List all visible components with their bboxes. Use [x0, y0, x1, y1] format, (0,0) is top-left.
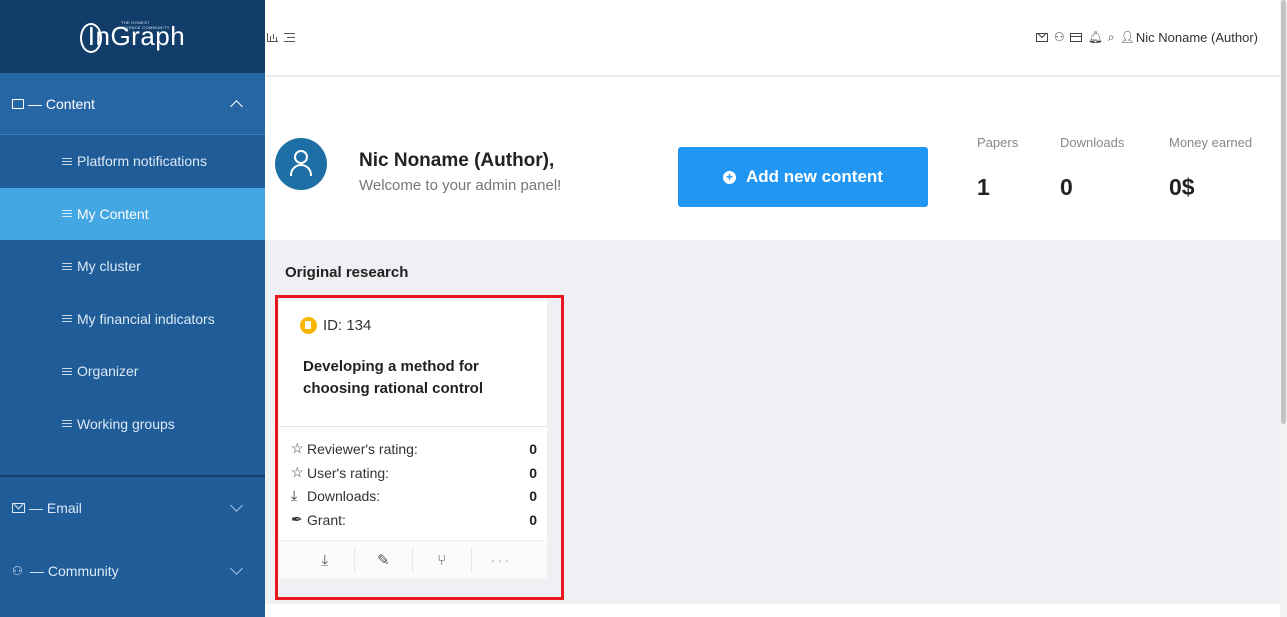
- mail-icon: [12, 503, 25, 513]
- menu-icon: [62, 157, 72, 165]
- toolbar-right: ⚇ 🔔︎ ⌕ 👤︎ Nic Noname (Author): [1035, 30, 1287, 45]
- share-icon[interactable]: ⑂: [413, 547, 472, 573]
- metric-user-rating: ☆ User's rating: 0: [291, 464, 537, 481]
- app-root: InGraph THE HONEST SCIENCE COMMUNITY — C…: [0, 0, 1287, 617]
- metric-grant: ✒ Grant: 0: [291, 511, 537, 528]
- community-icon[interactable]: ⚇: [1054, 31, 1065, 44]
- menu-icon: [62, 420, 72, 428]
- metric-value: 0: [529, 511, 537, 528]
- menu-icon: [62, 367, 72, 375]
- sidebar-item-organizer[interactable]: Organizer: [0, 345, 265, 398]
- menu-icon: [62, 210, 72, 218]
- sidebar-section-email[interactable]: — Email: [0, 477, 265, 539]
- sidebar-item-label: My Content: [77, 205, 149, 222]
- avatar[interactable]: [275, 138, 327, 190]
- user-name[interactable]: Nic Noname (Author): [1136, 30, 1258, 45]
- more-icon[interactable]: ···: [472, 547, 530, 573]
- mail-icon[interactable]: [1035, 33, 1048, 42]
- bell-icon[interactable]: 🔔︎: [1088, 31, 1103, 44]
- welcome-panel: Nic Noname (Author), Welcome to your adm…: [265, 79, 1280, 240]
- list-indent-icon[interactable]: [284, 33, 295, 42]
- card-actions: ⤓ ✎ ⑂ ···: [279, 540, 547, 579]
- content-submenu: Platform notifications My Content My clu…: [0, 135, 265, 450]
- metric-value: 0: [529, 487, 537, 504]
- card-title[interactable]: Developing a method for choosing rationa…: [303, 356, 523, 410]
- star-icon: ☆: [291, 464, 304, 480]
- sidebar: InGraph THE HONEST SCIENCE COMMUNITY — C…: [0, 0, 265, 617]
- sidebar-section-label: — Email: [29, 500, 82, 516]
- add-new-content-button[interactable]: + Add new content: [678, 147, 928, 207]
- stat-value: 0: [1060, 174, 1073, 200]
- sidebar-item-label: Platform notifications: [77, 153, 207, 170]
- document-icon: [300, 317, 317, 334]
- card-id: ID: 134: [300, 317, 371, 334]
- plus-circle-icon: +: [723, 170, 737, 184]
- menu-icon: [62, 262, 72, 270]
- welcome-subtitle: Welcome to your admin panel!: [359, 177, 562, 194]
- scrollbar[interactable]: [1280, 0, 1287, 617]
- sidebar-item-platform-notifications[interactable]: Platform notifications: [0, 135, 265, 188]
- chevron-down-icon: [230, 499, 243, 512]
- toolbar-left: [265, 33, 295, 42]
- card-icon[interactable]: [1069, 33, 1082, 42]
- stat-value: 0$: [1169, 174, 1195, 200]
- metric-label: Downloads:: [307, 487, 381, 504]
- sidebar-item-label: My financial indicators: [77, 310, 215, 327]
- chevron-up-icon: [230, 100, 243, 113]
- download-icon[interactable]: ⤓: [296, 547, 355, 573]
- stat-money-earned: Money earned 0$: [1169, 135, 1252, 201]
- metric-label: Grant:: [307, 511, 346, 528]
- sidebar-section-content[interactable]: — Content: [0, 73, 265, 135]
- stat-label: Papers: [977, 135, 1019, 150]
- add-button-label: Add new content: [746, 167, 883, 186]
- stat-value: 1: [977, 174, 990, 200]
- stat-label: Downloads: [1060, 135, 1125, 150]
- metric-label: Reviewer's rating:: [307, 440, 418, 457]
- sidebar-item-my-financial-indicators[interactable]: My financial indicators: [0, 293, 265, 346]
- logo-tagline: THE HONEST SCIENCE COMMUNITY: [121, 20, 170, 30]
- content-area: Original research ID: 134 Developing a m…: [265, 240, 1280, 604]
- sidebar-section-label: — Content: [28, 95, 95, 112]
- chevron-down-icon: [230, 562, 243, 575]
- card-divider: [279, 426, 547, 427]
- scrollbar-thumb[interactable]: [1281, 0, 1286, 424]
- section-title: Original research: [285, 264, 409, 281]
- metric-value: 0: [529, 440, 537, 457]
- top-bar: ⚇ 🔔︎ ⌕ 👤︎ Nic Noname (Author): [265, 0, 1287, 77]
- menu-icon: [62, 315, 72, 323]
- sidebar-item-my-cluster[interactable]: My cluster: [0, 240, 265, 293]
- user-icon-body: [290, 164, 312, 176]
- sidebar-item-working-groups[interactable]: Working groups: [0, 398, 265, 451]
- sidebar-item-label: My cluster: [77, 258, 141, 275]
- edit-icon[interactable]: ✎: [355, 547, 414, 573]
- metric-label: User's rating:: [307, 464, 390, 481]
- bar-chart-icon[interactable]: [267, 33, 278, 42]
- content-card[interactable]: ID: 134 Developing a method for choosing…: [279, 300, 547, 579]
- stat-label: Money earned: [1169, 135, 1253, 150]
- card-id-label: ID: 134: [323, 317, 372, 334]
- metric-reviewer-rating: ☆ Reviewer's rating: 0: [291, 440, 537, 457]
- stat-papers: Papers 1: [977, 135, 1018, 201]
- sidebar-item-label: Organizer: [77, 363, 139, 380]
- metric-value: 0: [529, 464, 537, 481]
- logo[interactable]: InGraph THE HONEST SCIENCE COMMUNITY: [0, 0, 265, 73]
- paperclip-icon: ✒: [291, 511, 303, 527]
- user-icon: [294, 150, 308, 164]
- sidebar-section-community[interactable]: ⚇ — Community: [0, 540, 265, 602]
- community-icon: ⚇: [12, 564, 23, 578]
- stat-downloads: Downloads 0: [1060, 135, 1124, 201]
- download-icon: ⤓: [291, 487, 298, 503]
- metric-downloads: ⤓ Downloads: 0: [291, 487, 537, 504]
- sidebar-section-label: — Community: [30, 563, 119, 579]
- user-icon[interactable]: 👤︎: [1120, 31, 1135, 44]
- sidebar-item-my-content[interactable]: My Content: [0, 187, 265, 240]
- star-icon: ☆: [291, 440, 304, 456]
- search-icon[interactable]: ⌕: [1108, 31, 1115, 44]
- sidebar-item-label: Working groups: [77, 415, 175, 432]
- welcome-name: Nic Noname (Author),: [359, 150, 555, 171]
- folder-icon: [12, 98, 24, 109]
